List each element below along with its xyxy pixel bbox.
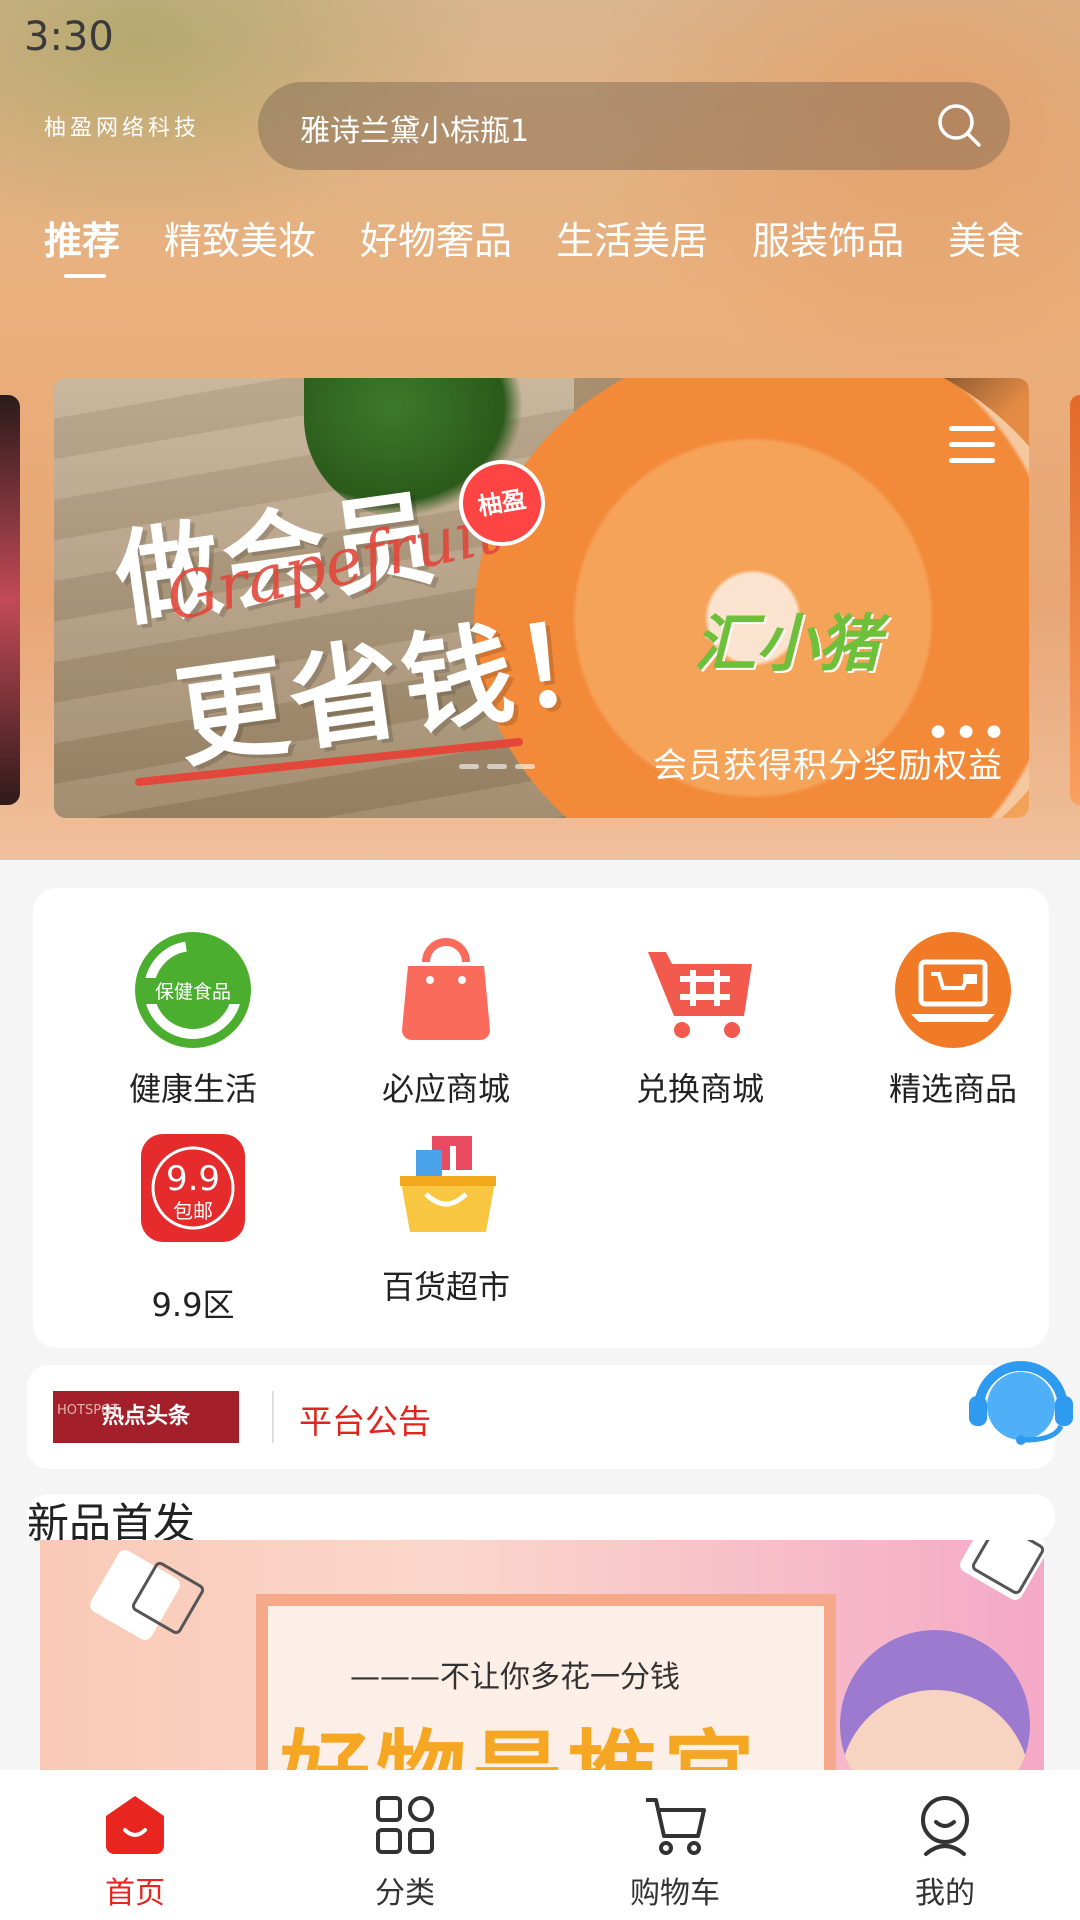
customer-service-icon[interactable] [965,1348,1077,1448]
notice-divider [272,1391,274,1443]
category-exchange-mall[interactable]: 兑换商城 [600,930,800,1110]
nav-profile[interactable]: 我的 [810,1770,1080,1920]
category-9-9-zone[interactable]: 9.9 包邮 9.9区 [93,1128,293,1326]
status-time: 3:30 [24,14,114,60]
banner-prev-peek[interactable] [0,395,20,805]
decor-hexagon-outline [969,1540,1044,1597]
search-icon[interactable] [936,102,982,148]
category-department-store[interactable]: 百货超市 [346,1128,546,1308]
svg-text:9.9: 9.9 [166,1159,220,1199]
category-health[interactable]: 保健食品 健康生活 [93,930,293,1110]
promo-slogan: ———不让你多花一分钱 [350,1660,680,1695]
category-label: 9.9区 [151,1286,235,1324]
search-bar[interactable]: 雅诗兰黛小棕瓶1 [258,82,1010,170]
banner-next-peek[interactable] [1070,395,1080,805]
promo-headline: 好物是推官 [280,1700,760,1770]
category-label: 健康生活 [128,1070,257,1108]
menu-icon[interactable] [949,426,995,466]
banner-brand: 汇小猪 [694,607,881,680]
category-selected-goods[interactable]: 精选商品 [853,930,1053,1110]
tab-beauty[interactable]: 精致美妆 [164,210,316,290]
tab-apparel[interactable]: 服装饰品 [752,210,904,290]
gift-basket-icon [400,1136,496,1232]
category-tabs: 推荐 精致美妆 好物奢品 生活美居 服装饰品 美食 [44,210,1068,290]
profile-icon [921,1796,969,1856]
grid-icon [376,1796,434,1854]
svg-text:包邮: 包邮 [173,1199,213,1223]
announcement-bar[interactable]: HOTSPOT 热点头条 平台公告 [27,1365,1055,1469]
category-biying-mall[interactable]: 必应商城 [346,930,546,1110]
bottom-navigation: 首页 分类 购物车 我的 [0,1770,1080,1920]
promo-banner[interactable]: 做会员 更省钱！ Grapefruit 柚盈 汇小猪 ••• 会员获得积分奖励权… [54,378,1029,818]
nav-home-label: 首页 [105,1876,165,1911]
hot-news-logo: HOTSPOT 热点头条 [53,1391,239,1443]
category-label: 兑换商城 [635,1070,764,1108]
cart-outline-icon [646,1798,706,1855]
tab-recommend[interactable]: 推荐 [44,210,120,290]
health-food-icon: 保健食品 [135,932,251,1048]
promo-model-image [840,1630,1030,1770]
search-input[interactable]: 雅诗兰黛小棕瓶1 [300,106,529,150]
shopping-bag-icon [402,938,490,1040]
cart-icon [648,952,752,1038]
tab-luxury[interactable]: 好物奢品 [360,210,512,290]
notice-text[interactable]: 平台公告 [299,1395,431,1443]
nav-category[interactable]: 分类 [270,1770,540,1920]
category-label: 百货超市 [381,1268,510,1306]
price-tag-icon: 9.9 包邮 [141,1134,245,1242]
brand-name: 柚盈网络科技 [44,116,201,141]
nav-profile-label: 我的 [915,1876,975,1911]
nav-category-label: 分类 [375,1876,435,1911]
nav-home[interactable]: 首页 [0,1770,270,1920]
category-grid: 保健食品 健康生活 必应商城 兑换商城 精选商品 9.9 包邮 9.9区 百货超… [33,888,1049,1348]
tab-home-living[interactable]: 生活美居 [556,210,708,290]
banner-pager [459,764,543,769]
nav-cart[interactable]: 购物车 [540,1770,810,1920]
tab-food[interactable]: 美食 [948,210,1024,290]
category-label: 精选商品 [888,1070,1017,1108]
laptop-shop-icon [895,932,1011,1048]
svg-text:保健食品: 保健食品 [155,981,231,1003]
category-label: 必应商城 [381,1070,510,1108]
banner-caption: 会员获得积分奖励权益 [653,746,1003,786]
new-products-banner[interactable]: ———不让你多花一分钱 好物是推官 [40,1540,1044,1770]
nav-cart-label: 购物车 [630,1876,720,1911]
home-icon [106,1796,164,1854]
